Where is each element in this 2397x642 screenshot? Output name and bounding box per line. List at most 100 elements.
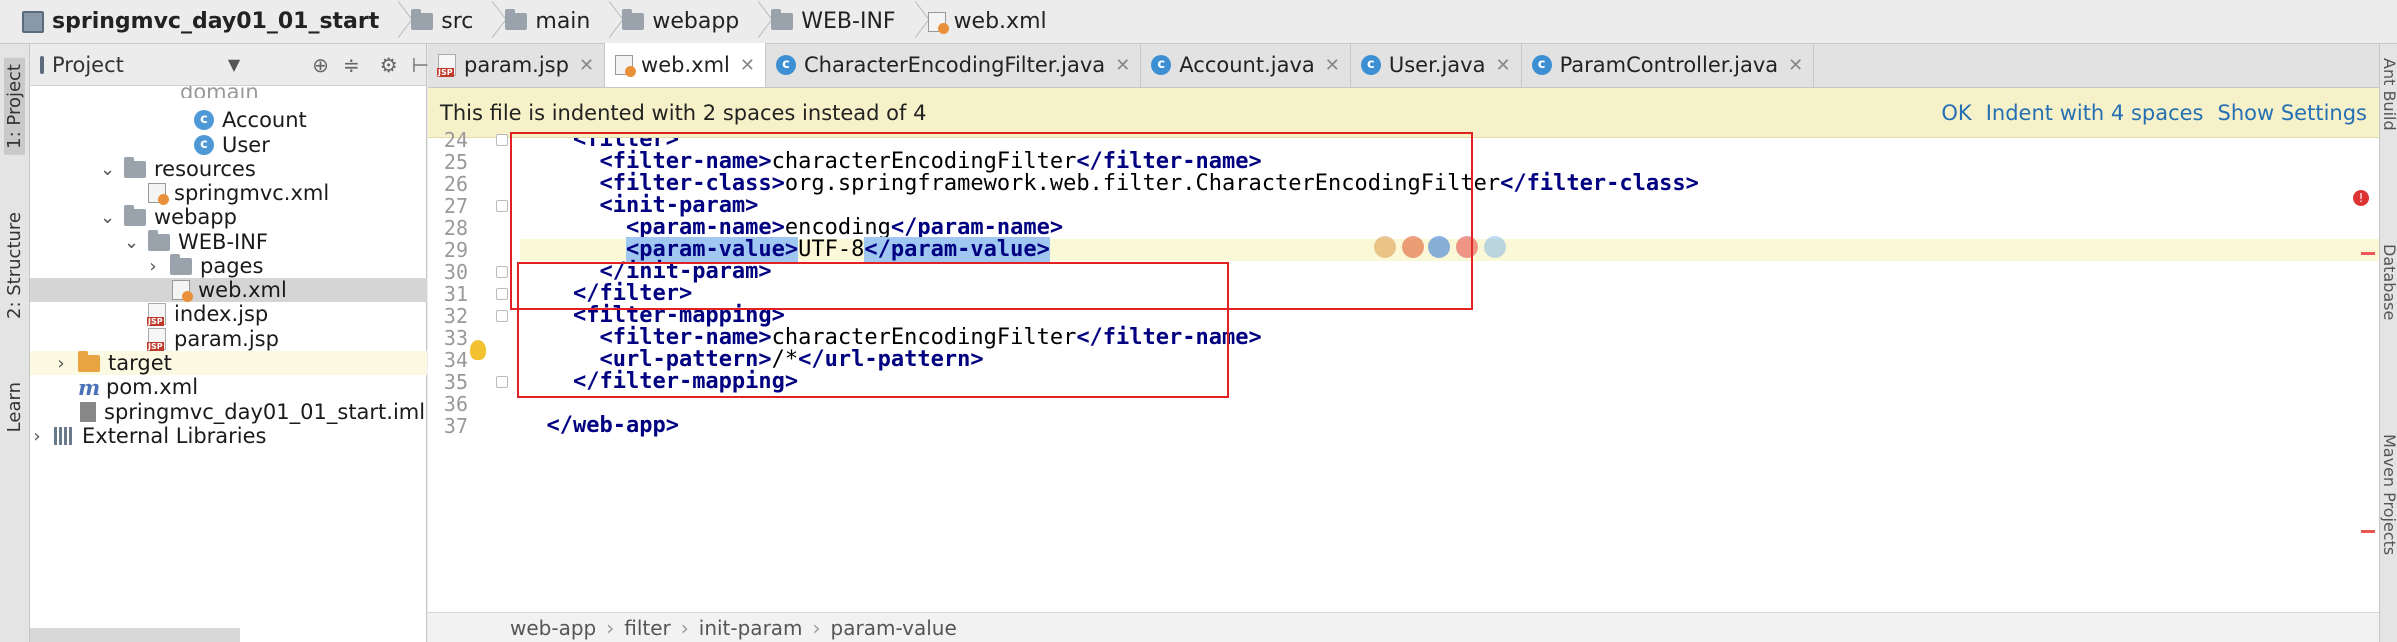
tree-item-account[interactable]: c Account	[30, 108, 307, 132]
xml-file-icon	[148, 183, 169, 205]
close-icon[interactable]: ✕	[1115, 55, 1130, 76]
editor-crumb[interactable]: filter	[624, 616, 671, 640]
tree-item-label: webapp	[154, 205, 237, 229]
tab-param-jsp[interactable]: param.jsp ✕	[428, 43, 606, 87]
crumb-project[interactable]: springmvc_day01_01_start	[22, 0, 389, 44]
code-line[interactable]: </web-app>	[520, 415, 2390, 437]
tree-item-webapp[interactable]: ⌄ webapp	[30, 204, 237, 229]
filter-mapping-highlight-box	[517, 262, 1229, 398]
crumb-main[interactable]: main	[505, 0, 600, 44]
gear-icon[interactable]: ⚙	[380, 53, 398, 77]
view-dropdown-icon[interactable]: ▼	[228, 55, 240, 74]
crumb-src[interactable]: src	[411, 0, 483, 44]
safari-icon[interactable]	[1428, 236, 1450, 258]
lightbulb-icon[interactable]	[470, 340, 486, 360]
tree-item-pages[interactable]: › pages	[30, 253, 263, 278]
fold-marker-icon[interactable]	[496, 200, 508, 212]
close-icon[interactable]: ✕	[1788, 55, 1803, 76]
close-icon[interactable]: ✕	[1325, 55, 1340, 76]
project-panel-title[interactable]: Project	[52, 53, 124, 77]
tab-character-encoding-filter[interactable]: c CharacterEncodingFilter.java ✕	[766, 43, 1142, 87]
opera-icon[interactable]	[1456, 236, 1478, 258]
error-icon[interactable]: !	[2353, 190, 2369, 206]
project-tool-tab[interactable]: 1: Project	[4, 58, 25, 155]
close-icon[interactable]: ✕	[579, 55, 594, 76]
tree-item-index-jsp[interactable]: index.jsp	[30, 302, 268, 326]
chevron-right-icon[interactable]: ›	[54, 353, 68, 374]
tree-item-external-libraries[interactable]: › External Libraries	[30, 424, 266, 448]
editor-crumb[interactable]: param-value	[831, 616, 957, 640]
database-tool-tab[interactable]: Database	[2380, 244, 2397, 320]
tree-item-iml[interactable]: springmvc_day01_01_start.iml	[30, 400, 425, 424]
chevron-right-icon[interactable]: ›	[146, 256, 160, 277]
error-marker[interactable]	[2361, 252, 2375, 255]
close-icon[interactable]: ✕	[740, 55, 755, 76]
chevron-down-icon[interactable]: ⌄	[100, 159, 115, 180]
tree-item-user[interactable]: c User	[30, 133, 270, 157]
crumb-label: springmvc_day01_01_start	[52, 9, 380, 34]
editor-tab-bar: param.jsp ✕ web.xml ✕ c CharacterEncodin…	[428, 43, 2397, 88]
firefox-icon[interactable]	[1402, 236, 1424, 258]
collapse-all-icon[interactable]: ≑	[343, 53, 360, 77]
crumb-separator	[906, 0, 918, 44]
line-number: 27	[443, 194, 468, 218]
tree-item-param-jsp[interactable]: param.jsp	[30, 327, 279, 351]
class-icon: c	[194, 110, 214, 130]
ie-icon[interactable]	[1484, 236, 1506, 258]
show-settings-link[interactable]: Show Settings	[2218, 101, 2367, 125]
tree-item-label: User	[222, 133, 270, 157]
folder-icon	[622, 9, 645, 30]
tree-item-pom-xml[interactable]: m pom.xml	[30, 375, 199, 400]
tab-param-controller[interactable]: c ParamController.java ✕	[1522, 43, 1815, 87]
tree-item-web-inf[interactable]: ⌄ WEB-INF	[30, 229, 268, 254]
structure-tool-tab[interactable]: 2: Structure	[4, 212, 25, 319]
fold-marker-icon[interactable]	[496, 134, 508, 146]
ok-link[interactable]: OK	[1941, 101, 1971, 125]
xml-tag: </web-app>	[546, 413, 679, 438]
folder-icon	[124, 204, 146, 226]
tree-item-label: springmvc_day01_01_start.iml	[104, 400, 426, 424]
project-view-icon	[40, 55, 44, 74]
crumb-web-xml[interactable]: web.xml	[927, 0, 1057, 44]
crumb-webapp[interactable]: webapp	[622, 0, 749, 44]
scroll-from-source-icon[interactable]: ⊕	[312, 53, 329, 77]
tree-item-target[interactable]: › target	[30, 350, 427, 375]
tree-item-resources[interactable]: ⌄ resources	[30, 156, 256, 181]
tree-item-label: pom.xml	[106, 375, 199, 399]
tab-label: Account.java	[1179, 53, 1315, 77]
indent-with-4-spaces-link[interactable]: Indent with 4 spaces	[1986, 101, 2204, 125]
tab-account-java[interactable]: c Account.java ✕	[1141, 43, 1351, 87]
fold-marker-icon[interactable]	[496, 288, 508, 300]
class-icon: c	[1531, 55, 1552, 75]
tab-user-java[interactable]: c User.java ✕	[1351, 43, 1522, 87]
error-marker[interactable]	[2361, 530, 2375, 533]
fold-marker-icon[interactable]	[496, 376, 508, 388]
tree-item-springmvc-xml[interactable]: springmvc.xml	[30, 181, 329, 205]
close-icon[interactable]: ✕	[1495, 55, 1510, 76]
fold-marker-icon[interactable]	[496, 266, 508, 278]
learn-tool-tab[interactable]: Learn	[4, 382, 25, 432]
horizontal-scrollbar[interactable]	[30, 628, 240, 642]
editor-crumb[interactable]: web-app	[510, 616, 596, 640]
chevron-right-icon[interactable]: ›	[30, 426, 44, 447]
tree-item-domain[interactable]: domain	[180, 86, 259, 98]
tab-web-xml[interactable]: web.xml ✕	[605, 43, 766, 87]
crumb-separator	[600, 0, 612, 44]
editor-crumb[interactable]: init-param	[699, 616, 803, 640]
tree-item-web-xml[interactable]: web.xml	[30, 278, 427, 302]
ant-build-tool-tab[interactable]: Ant Build	[2380, 58, 2397, 131]
fold-marker-icon[interactable]	[496, 310, 508, 322]
notice-message: This file is indented with 2 spaces inst…	[440, 100, 927, 125]
tab-label: ParamController.java	[1559, 53, 1779, 77]
tree-item-label: domain	[180, 86, 259, 98]
chevron-down-icon[interactable]: ⌄	[100, 207, 115, 228]
tab-label: CharacterEncodingFilter.java	[803, 53, 1106, 77]
hide-panel-icon[interactable]: ⊢	[412, 53, 429, 77]
chrome-icon[interactable]	[1374, 236, 1396, 258]
crumb-separator	[483, 0, 495, 44]
maven-projects-tool-tab[interactable]: Maven Projects	[2380, 434, 2397, 555]
chevron-down-icon[interactable]: ⌄	[124, 232, 139, 253]
tree-item-label: Account	[222, 108, 307, 132]
crumb-web-inf[interactable]: WEB-INF	[771, 0, 905, 44]
project-panel-header: Project ▼ ⊕ ≑ ⚙ ⊢	[30, 44, 429, 86]
